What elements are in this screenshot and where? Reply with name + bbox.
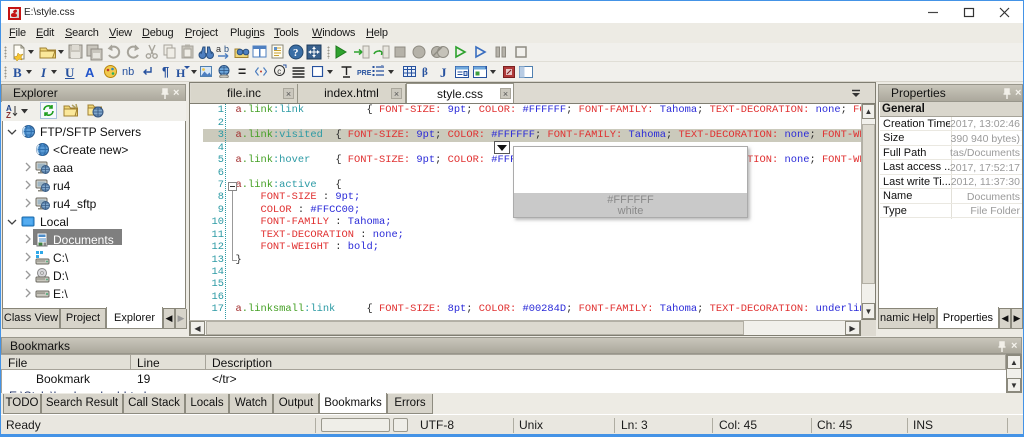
svg-text:a: a: [216, 44, 221, 54]
svg-text:β: β: [422, 66, 428, 77]
svg-text:Z: Z: [6, 111, 11, 119]
svg-text:c: c: [277, 67, 281, 76]
svg-text:?: ?: [293, 47, 299, 59]
svg-text:b: b: [224, 44, 229, 54]
